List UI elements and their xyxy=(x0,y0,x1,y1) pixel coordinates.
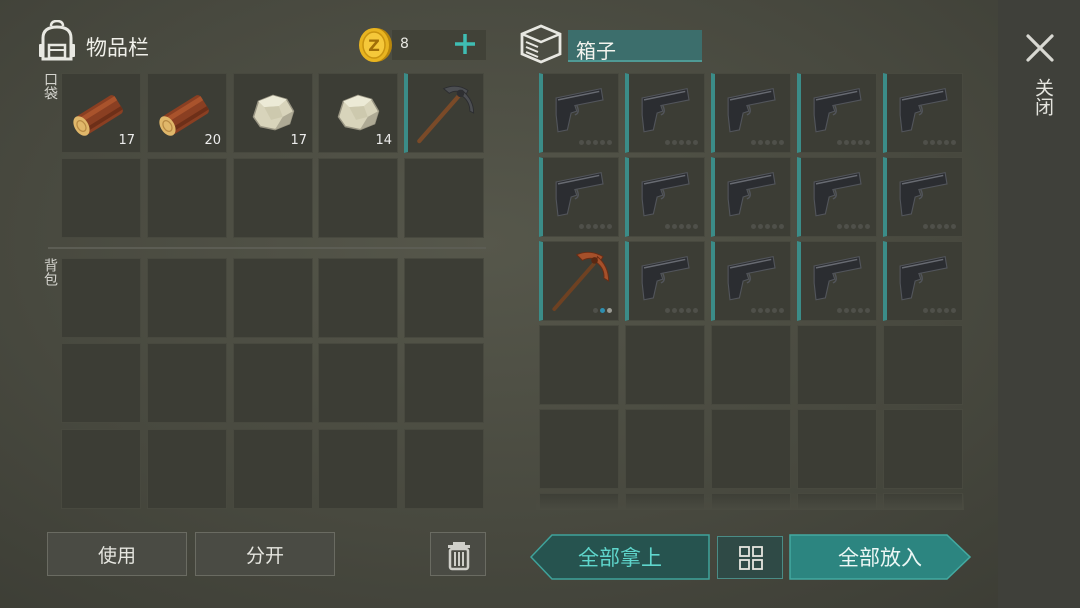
durability-dots xyxy=(837,308,870,313)
box-slot[interactable] xyxy=(711,157,791,237)
pocket-slot[interactable]: 20 xyxy=(147,73,227,153)
box-slot[interactable] xyxy=(883,409,963,489)
backpack-slot[interactable] xyxy=(61,343,141,423)
section-divider xyxy=(48,247,486,249)
pocket-slot[interactable] xyxy=(404,158,484,238)
add-coins-button[interactable] xyxy=(452,31,478,57)
durability-dots xyxy=(751,308,784,313)
box-slot[interactable] xyxy=(711,409,791,489)
pocket-slot[interactable]: 14 xyxy=(318,73,398,153)
item-quantity: 14 xyxy=(375,133,392,148)
pocket-slot[interactable]: 17 xyxy=(233,73,313,153)
pocket-slot[interactable] xyxy=(233,158,313,238)
box-title: 箱子 xyxy=(576,39,616,63)
backpack-slot[interactable] xyxy=(318,258,398,338)
take-all-button[interactable]: 全部拿上 xyxy=(530,534,710,580)
durability-dots xyxy=(579,224,612,229)
pocket-slot[interactable] xyxy=(61,158,141,238)
durability-dots xyxy=(665,140,698,145)
pocket-label: 口袋 xyxy=(42,72,58,100)
box-slot[interactable] xyxy=(797,241,877,321)
backpack-label: 背包 xyxy=(42,258,58,286)
backpack-slot[interactable] xyxy=(61,429,141,509)
box-slot[interactable] xyxy=(539,325,619,405)
box-slot[interactable] xyxy=(539,241,619,321)
grid-icon xyxy=(739,546,763,570)
sort-button[interactable] xyxy=(717,536,783,579)
backpack-slot[interactable] xyxy=(233,343,313,423)
backpack-slot[interactable] xyxy=(318,429,398,509)
box-slot[interactable] xyxy=(625,325,705,405)
durability-dots xyxy=(923,308,956,313)
backpack-slot[interactable] xyxy=(404,429,484,509)
box-slot[interactable] xyxy=(625,241,705,321)
box-slot[interactable] xyxy=(883,325,963,405)
box-icon xyxy=(520,24,562,64)
close-button[interactable] xyxy=(1022,30,1058,66)
box-slot[interactable] xyxy=(883,73,963,153)
coin-icon: Z xyxy=(359,28,392,62)
use-button[interactable]: 使用 xyxy=(47,532,187,576)
box-slot[interactable] xyxy=(883,157,963,237)
backpack-slot[interactable] xyxy=(233,429,313,509)
durability-dots xyxy=(579,140,612,145)
durability-dots xyxy=(665,224,698,229)
box-slot[interactable] xyxy=(625,73,705,153)
durability-dots xyxy=(751,140,784,145)
backpack-slot[interactable] xyxy=(318,343,398,423)
durability-dots xyxy=(751,224,784,229)
box-slot[interactable] xyxy=(625,157,705,237)
coin-count: 8 xyxy=(400,36,409,52)
box-slot[interactable] xyxy=(797,325,877,405)
durability-dots xyxy=(665,308,698,313)
backpack-slot[interactable] xyxy=(147,429,227,509)
delete-button[interactable] xyxy=(430,532,486,576)
box-grid-scroll-fade xyxy=(536,492,964,510)
box-slot[interactable] xyxy=(539,73,619,153)
box-slot[interactable] xyxy=(711,241,791,321)
durability-dots xyxy=(923,140,956,145)
backpack-slot[interactable] xyxy=(404,343,484,423)
backpack-slot[interactable] xyxy=(147,258,227,338)
box-slot[interactable] xyxy=(797,73,877,153)
backpack-slot[interactable] xyxy=(147,343,227,423)
durability-dots xyxy=(593,308,612,313)
split-button[interactable]: 分开 xyxy=(195,532,335,576)
durability-dots xyxy=(837,140,870,145)
put-all-label: 全部放入 xyxy=(838,546,922,570)
box-slot[interactable] xyxy=(625,409,705,489)
trash-icon xyxy=(448,542,470,571)
pocket-slot[interactable] xyxy=(147,158,227,238)
plus-icon xyxy=(455,34,475,54)
durability-dots xyxy=(837,224,870,229)
backpack-icon xyxy=(39,20,75,61)
pocket-slot[interactable] xyxy=(404,73,484,153)
pocket-slot[interactable] xyxy=(318,158,398,238)
box-slot[interactable] xyxy=(539,409,619,489)
item-quantity: 17 xyxy=(290,133,307,148)
durability-dots xyxy=(923,224,956,229)
box-slot[interactable] xyxy=(883,241,963,321)
box-slot[interactable] xyxy=(711,73,791,153)
box-slot[interactable] xyxy=(797,409,877,489)
pocket-slot[interactable]: 17 xyxy=(61,73,141,153)
backpack-slot[interactable] xyxy=(404,258,484,338)
item-quantity: 17 xyxy=(118,133,135,148)
close-label[interactable]: 关闭 xyxy=(1028,78,1054,116)
box-slot[interactable] xyxy=(711,325,791,405)
pickaxe-icon xyxy=(417,85,475,144)
backpack-slot[interactable] xyxy=(233,258,313,338)
backpack-slot[interactable] xyxy=(61,258,141,338)
put-all-button[interactable]: 全部放入 xyxy=(789,534,971,580)
close-icon xyxy=(1026,34,1054,62)
box-slot[interactable] xyxy=(797,157,877,237)
take-all-label: 全部拿上 xyxy=(578,546,662,570)
inventory-title: 物品栏 xyxy=(86,36,149,60)
box-slot[interactable] xyxy=(539,157,619,237)
item-quantity: 20 xyxy=(204,133,221,148)
svg-text:Z: Z xyxy=(368,36,380,55)
